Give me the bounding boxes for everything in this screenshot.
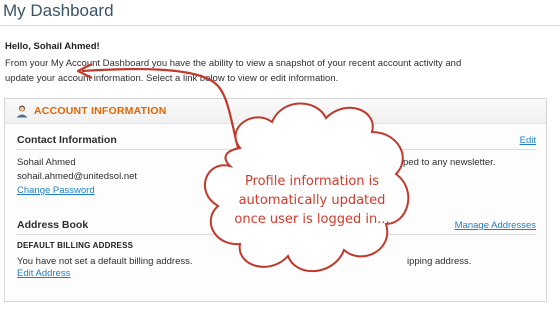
edit-contact-link[interactable]: Edit [520,135,536,146]
annotation-line-3: once user is logged in... [234,212,390,227]
change-password-link[interactable]: Change Password [17,185,95,196]
manage-addresses-link[interactable]: Manage Addresses [455,220,536,231]
user-icon [16,105,28,118]
shipping-address-text: ipping address. [407,256,472,267]
default-billing-address-title: DEFAULT BILLING ADDRESS [17,241,134,250]
welcome-intro: From your My Account Dashboard you have … [5,58,462,84]
welcome-greeting: Hello, Sohail Ahmed! [5,41,100,52]
contact-name: Sohail Ahmed [17,157,76,168]
annotation-line-2: automatically updated [238,193,386,208]
annotation-line-1: Profile information is [244,174,380,189]
account-information-header: ACCOUNT INFORMATION [5,99,546,124]
contact-divider [17,149,536,150]
page-title-bar: My Dashboard [0,0,560,26]
account-information-title: ACCOUNT INFORMATION [34,105,167,117]
address-book-divider [17,234,536,235]
newsletter-status: ped to any newsletter. [403,157,496,168]
contact-information-title: Contact Information [17,134,117,146]
billing-address-text: You have not set a default billing addre… [17,256,193,267]
edit-address-link[interactable]: Edit Address [17,268,70,279]
annotation-callout-text: Profile information is automatically upd… [232,172,392,229]
address-book-title: Address Book [17,219,89,231]
page-title: My Dashboard [3,1,114,20]
contact-email: sohail.ahmed@unitedsol.net [17,171,138,182]
